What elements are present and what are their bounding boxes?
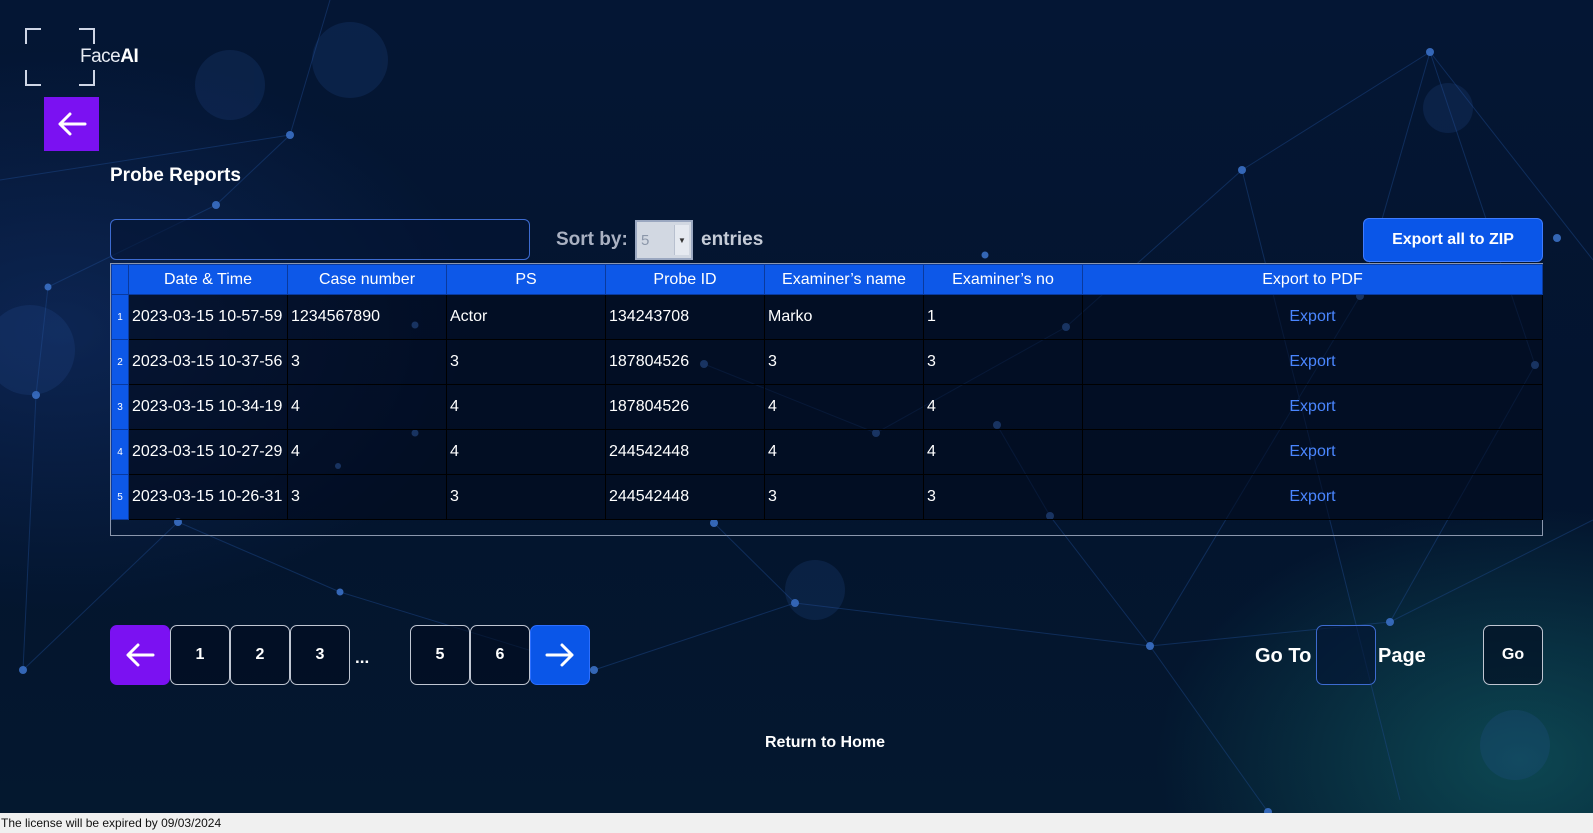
column-header-export-pdf: Export to PDF xyxy=(1082,264,1543,295)
cell-case-number: 3 xyxy=(287,339,447,385)
cell-probe-id: 187804526 xyxy=(605,339,765,385)
back-button[interactable] xyxy=(44,97,99,151)
table-row[interactable]: 1 2023-03-15 10-57-59 1234567890 Actor 1… xyxy=(111,294,1543,340)
goto-page-input[interactable] xyxy=(1316,625,1376,685)
cell-examiner-name: 4 xyxy=(764,429,924,475)
table-row[interactable]: 5 2023-03-15 10-26-31 3 3 244542448 3 3 … xyxy=(111,474,1543,520)
chevron-down-icon[interactable]: ▼ xyxy=(674,225,689,255)
column-header-case-number[interactable]: Case number xyxy=(287,264,447,295)
table-header-row: Date & Time Case number PS Probe ID Exam… xyxy=(111,264,1543,295)
return-home-link[interactable]: Return to Home xyxy=(765,734,885,752)
cell-examiner-name: 3 xyxy=(764,339,924,385)
go-button[interactable]: Go xyxy=(1483,625,1543,685)
logo-corner-icon xyxy=(25,70,41,86)
export-pdf-link[interactable]: Export xyxy=(1289,488,1335,505)
export-pdf-link[interactable]: Export xyxy=(1289,308,1335,325)
cell-examiner-name: Marko xyxy=(764,294,924,340)
cell-ps: 3 xyxy=(446,474,606,520)
page-button-5[interactable]: 5 xyxy=(410,625,470,685)
logo-text-bold: AI xyxy=(120,46,139,67)
cell-ps: 3 xyxy=(446,339,606,385)
logo-text: FaceAI xyxy=(80,46,139,68)
pagination-ellipsis: ... xyxy=(355,648,370,667)
export-pdf-link[interactable]: Export xyxy=(1289,353,1335,370)
column-header-examiner-no[interactable]: Examiner’s no xyxy=(923,264,1083,295)
goto-label: Go To xyxy=(1255,645,1312,667)
page-label: Page xyxy=(1378,645,1426,667)
table-row[interactable]: 2 2023-03-15 10-37-56 3 3 187804526 3 3 … xyxy=(111,339,1543,385)
arrow-left-icon xyxy=(58,112,86,136)
entries-label: entries xyxy=(701,229,764,250)
cell-probe-id: 244542448 xyxy=(605,474,765,520)
table-row[interactable]: 4 2023-03-15 10-27-29 4 4 244542448 4 4 … xyxy=(111,429,1543,475)
column-header-datetime[interactable]: Date & Time xyxy=(128,264,288,295)
cell-examiner-no: 4 xyxy=(923,384,1083,430)
cell-examiner-no: 3 xyxy=(923,339,1083,385)
page-button-1[interactable]: 1 xyxy=(170,625,230,685)
cell-export: Export xyxy=(1082,339,1543,385)
row-index: 2 xyxy=(111,339,129,385)
cell-examiner-no: 1 xyxy=(923,294,1083,340)
cell-ps: Actor xyxy=(446,294,606,340)
cell-datetime: 2023-03-15 10-37-56 xyxy=(128,339,288,385)
cell-export: Export xyxy=(1082,474,1543,520)
arrow-right-icon xyxy=(545,643,574,667)
table-row[interactable]: 3 2023-03-15 10-34-19 4 4 187804526 4 4 … xyxy=(111,384,1543,430)
logo-corner-icon xyxy=(79,70,95,86)
search-input[interactable] xyxy=(110,219,530,260)
arrow-left-icon xyxy=(126,643,155,667)
export-pdf-link[interactable]: Export xyxy=(1289,398,1335,415)
row-index: 4 xyxy=(111,429,129,475)
row-index: 1 xyxy=(111,294,129,340)
logo-corner-icon xyxy=(25,28,41,44)
cell-probe-id: 244542448 xyxy=(605,429,765,475)
page-button-2[interactable]: 2 xyxy=(230,625,290,685)
cell-export: Export xyxy=(1082,294,1543,340)
probe-reports-table: Date & Time Case number PS Probe ID Exam… xyxy=(110,263,1543,536)
cell-datetime: 2023-03-15 10-34-19 xyxy=(128,384,288,430)
license-notice: The license will be expired by 09/03/202… xyxy=(0,813,1593,833)
cell-examiner-no: 3 xyxy=(923,474,1083,520)
next-page-button[interactable] xyxy=(530,625,590,685)
cell-case-number: 4 xyxy=(287,429,447,475)
cell-probe-id: 134243708 xyxy=(605,294,765,340)
cell-export: Export xyxy=(1082,384,1543,430)
cell-ps: 4 xyxy=(446,429,606,475)
page-title: Probe Reports xyxy=(110,165,241,186)
page-button-6[interactable]: 6 xyxy=(470,625,530,685)
cell-ps: 4 xyxy=(446,384,606,430)
cell-examiner-name: 3 xyxy=(764,474,924,520)
row-index: 3 xyxy=(111,384,129,430)
cell-case-number: 1234567890 xyxy=(287,294,447,340)
row-index: 5 xyxy=(111,474,129,520)
export-pdf-link[interactable]: Export xyxy=(1289,443,1335,460)
cell-datetime: 2023-03-15 10-26-31 xyxy=(128,474,288,520)
cell-examiner-name: 4 xyxy=(764,384,924,430)
page-button-3[interactable]: 3 xyxy=(290,625,350,685)
column-header-probe-id[interactable]: Probe ID xyxy=(605,264,765,295)
cell-examiner-no: 4 xyxy=(923,429,1083,475)
index-header xyxy=(111,264,129,295)
logo-corner-icon xyxy=(79,28,95,44)
column-header-examiner-name[interactable]: Examiner’s name xyxy=(764,264,924,295)
cell-case-number: 4 xyxy=(287,384,447,430)
export-all-zip-button[interactable]: Export all to ZIP xyxy=(1363,218,1543,262)
cell-case-number: 3 xyxy=(287,474,447,520)
entries-select-value: 5 xyxy=(641,232,650,249)
cell-export: Export xyxy=(1082,429,1543,475)
cell-datetime: 2023-03-15 10-27-29 xyxy=(128,429,288,475)
entries-select[interactable]: 5 ▼ xyxy=(635,220,693,260)
logo-text-light: Face xyxy=(80,46,121,67)
previous-page-button[interactable] xyxy=(110,625,170,685)
cell-probe-id: 187804526 xyxy=(605,384,765,430)
column-header-ps[interactable]: PS xyxy=(446,264,606,295)
cell-datetime: 2023-03-15 10-57-59 xyxy=(128,294,288,340)
sort-label: Sort by: xyxy=(556,229,628,250)
